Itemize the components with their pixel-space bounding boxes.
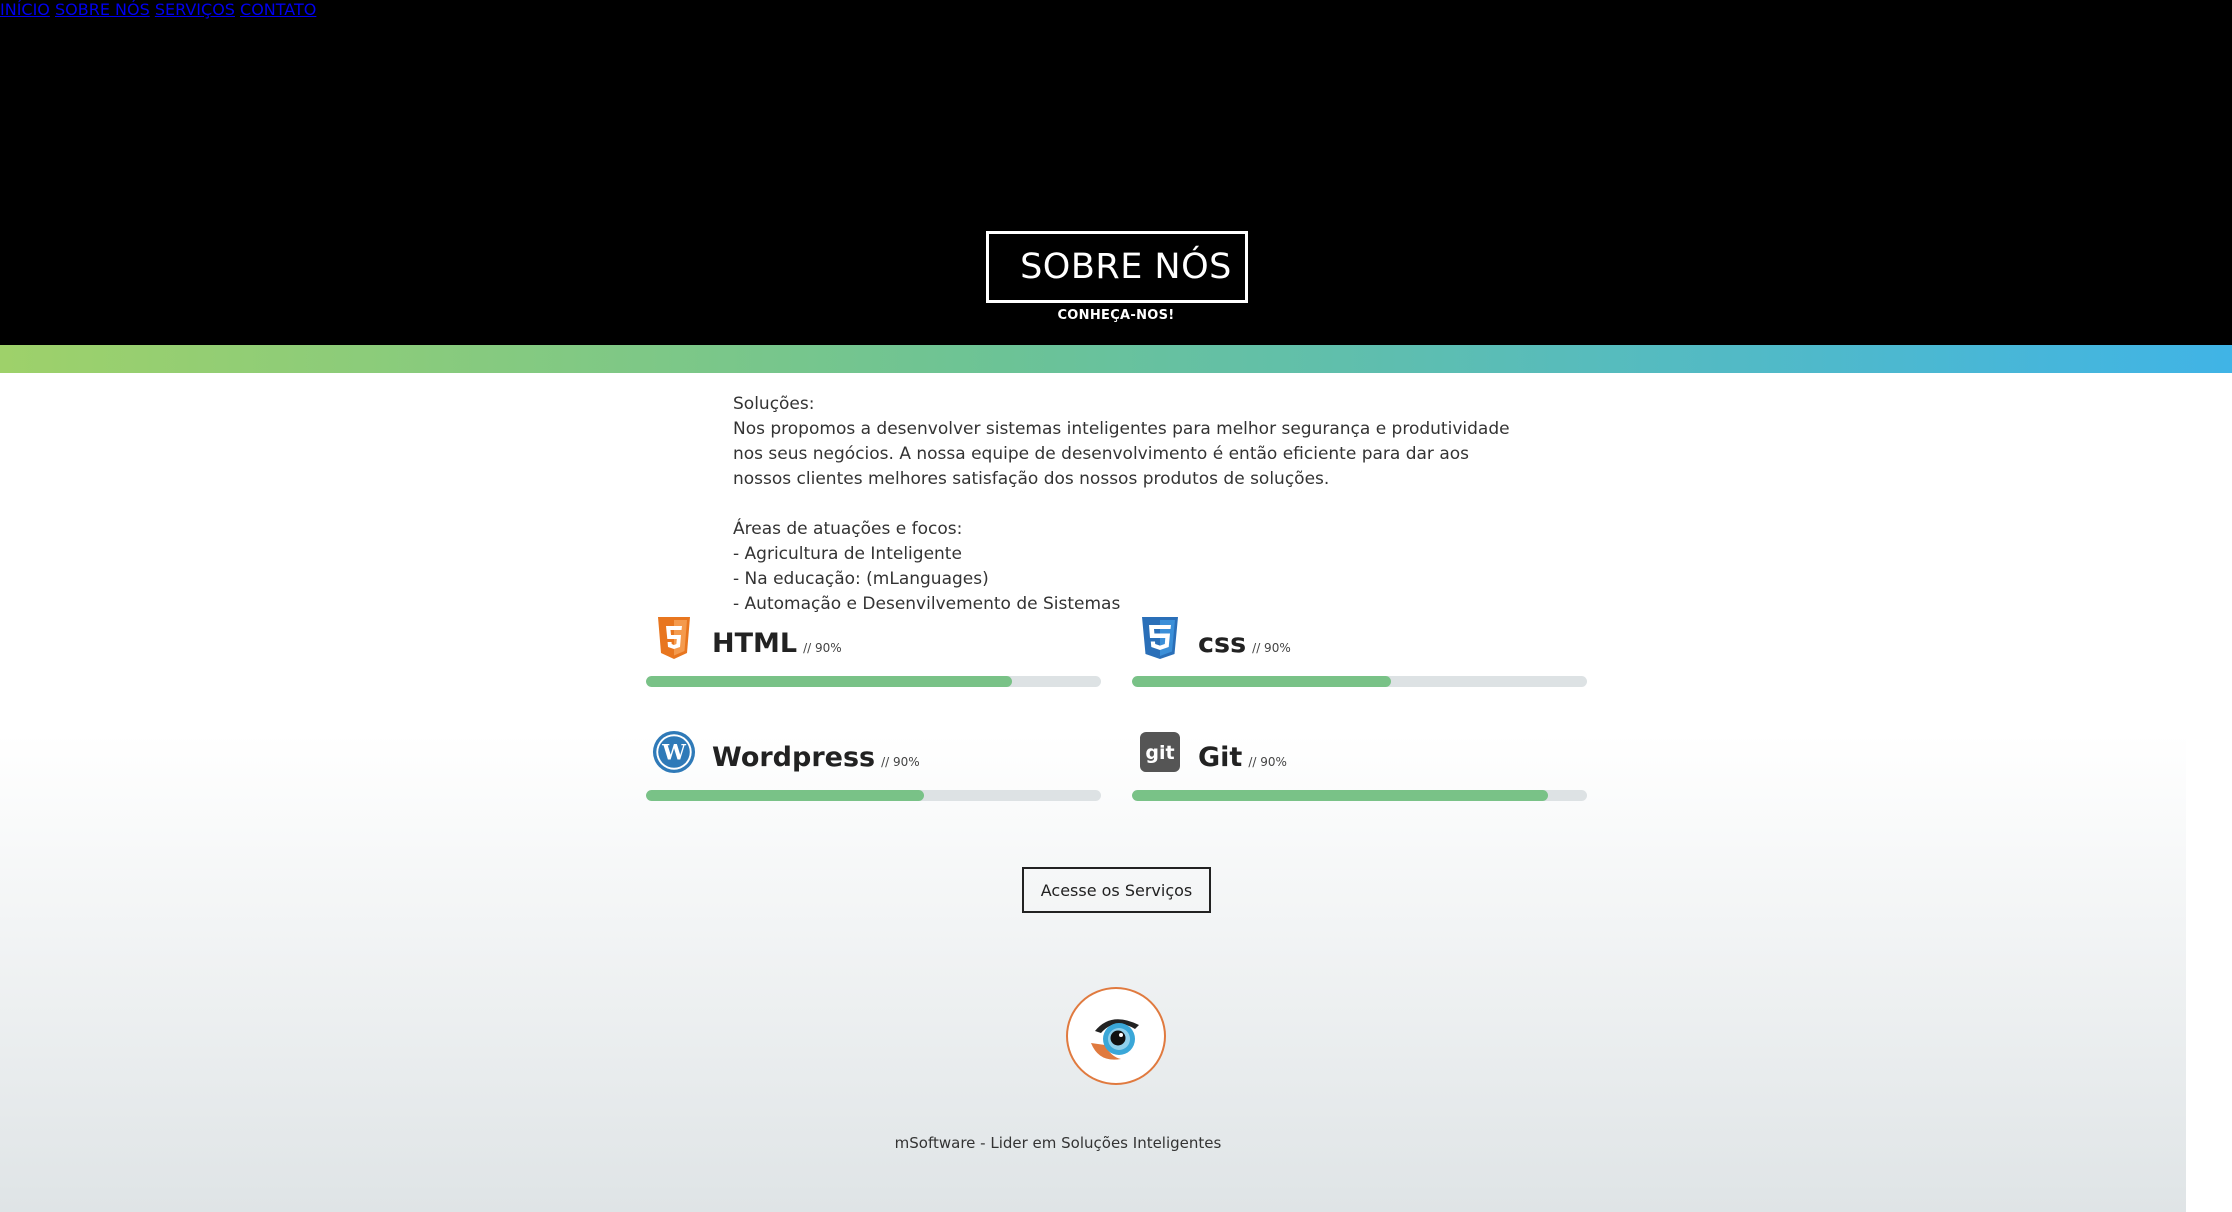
nav-item-inicio[interactable]: INÍCIO <box>0 0 50 19</box>
skill-name: css <box>1198 628 1247 659</box>
skill-progress-track <box>646 790 1101 801</box>
solutions-heading: Soluções: <box>733 394 815 414</box>
skill-progress-track <box>1132 676 1587 687</box>
hero-subtitle: CONHEÇA-NOS! <box>1057 308 1175 323</box>
skill-html: HTML // 90% <box>646 612 1101 687</box>
right-edge-strip <box>2186 373 2232 1212</box>
hero-title-box: SOBRE NÓS <box>986 231 1248 303</box>
skill-percent-label: // 90% <box>1252 641 1291 655</box>
gradient-divider <box>0 345 2232 373</box>
area-item: - Na educação: (mLanguages) <box>733 569 989 589</box>
skill-name: Wordpress <box>712 742 876 773</box>
hero-title: SOBRE NÓS <box>1020 247 1232 287</box>
css3-icon <box>1138 616 1182 660</box>
skill-percent-label: // 90% <box>803 641 842 655</box>
skill-progress-fill <box>646 676 1013 687</box>
nav-item-servicos[interactable]: SERVIÇOS <box>155 0 235 19</box>
hero-section: INÍCIO SOBRE NÓS SERVIÇOS CONTATO SOBRE … <box>0 0 2232 345</box>
areas-heading: Áreas de atuações e focos: <box>733 519 963 539</box>
main-nav: INÍCIO SOBRE NÓS SERVIÇOS CONTATO <box>0 0 2232 19</box>
area-item: - Agricultura de Inteligente <box>733 544 962 564</box>
skill-progress-fill <box>646 790 924 801</box>
solutions-paragraph: Nos propomos a desenvolver sistemas inte… <box>733 419 1510 489</box>
about-text: Soluções: Nos propomos a desenvolver sis… <box>733 392 1513 617</box>
html5-icon <box>652 616 696 660</box>
wordpress-icon: W <box>652 730 696 774</box>
svg-text:W: W <box>661 740 686 765</box>
skill-git: git Git // 90% <box>1132 726 1587 801</box>
svg-text:git: git <box>1145 742 1174 764</box>
nav-item-sobre-nos[interactable]: SOBRE NÓS <box>55 0 150 19</box>
skill-percent-label: // 90% <box>881 755 920 769</box>
skill-progress-track <box>1132 790 1587 801</box>
footer: mSoftware - Lider em Soluções Inteligent… <box>0 1134 2232 1152</box>
services-button[interactable]: Acesse os Serviços <box>1022 867 1211 913</box>
nav-item-contato[interactable]: CONTATO <box>240 0 316 19</box>
skill-progress-track <box>646 676 1101 687</box>
skill-progress-fill <box>1132 790 1549 801</box>
eye-logo-icon <box>1066 987 1166 1085</box>
git-icon: git <box>1138 730 1182 774</box>
skill-progress-fill <box>1132 676 1392 687</box>
skill-css: css // 90% <box>1132 612 1587 687</box>
skill-wordpress: W Wordpress // 90% <box>646 726 1101 801</box>
skill-name: HTML <box>712 628 798 659</box>
skill-percent-label: // 90% <box>1248 755 1287 769</box>
hero-subtitle-wrap: CONHEÇA-NOS! <box>0 308 2232 323</box>
footer-text: mSoftware - Lider em Soluções Inteligent… <box>894 1134 1222 1152</box>
skill-name: Git <box>1198 742 1243 773</box>
